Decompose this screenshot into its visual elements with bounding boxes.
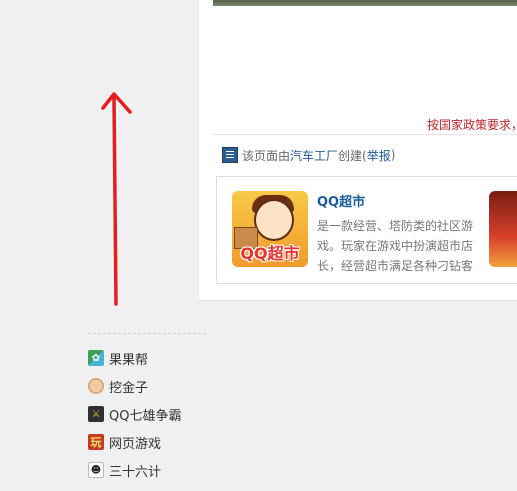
sidebar-item-wajinzi[interactable]: 挖金子 [88,372,181,400]
dig-gold-icon [88,378,104,394]
guoguo-icon: ✿ [88,350,104,366]
sidebar-game-list: ✿ 果果帮 挖金子 ⚔ QQ七雄争霸 玩 网页游戏 ☻ 三十六计 [88,344,181,484]
sidebar-item-label: 果果帮 [109,352,149,368]
wan-icon: 玩 [88,434,104,450]
qixiong-icon: ⚔ [88,406,104,422]
sidebar-item-label: 网页游戏 [109,436,162,452]
sidebar-item-guoguobang[interactable]: ✿ 果果帮 [88,344,181,372]
sidebar-item-label: 三十六计 [109,464,162,480]
sidebar-divider [88,333,206,334]
panda-icon: ☻ [88,462,104,478]
sidebar-item-label: QQ七雄争霸 [109,408,182,424]
sidebar-item-36ji[interactable]: ☻ 三十六计 [88,456,181,484]
annotation-arrow [101,92,132,306]
sidebar-item-webgames[interactable]: 玩 网页游戏 [88,428,181,456]
sidebar-item-qixiong[interactable]: ⚔ QQ七雄争霸 [88,400,181,428]
sidebar-item-label: 挖金子 [109,380,149,396]
